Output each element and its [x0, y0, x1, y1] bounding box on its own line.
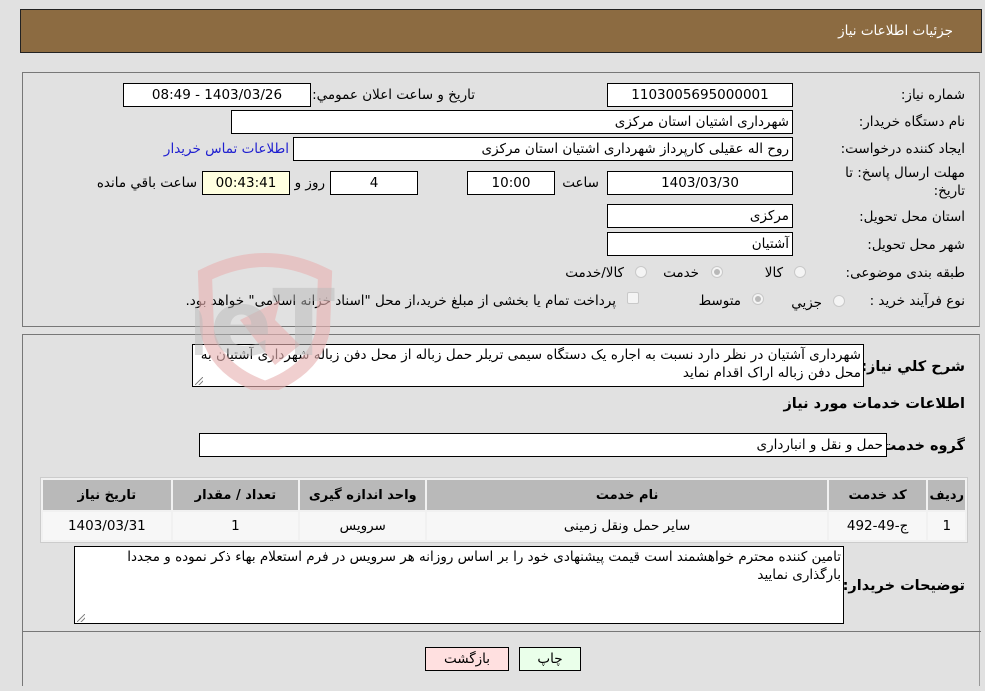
category-label: طبقه بندی موضوعی:: [845, 265, 965, 281]
cell-row-number: 1: [928, 512, 965, 540]
resize-grip-icon[interactable]: [77, 614, 85, 622]
deadline-time-field: 10:00: [467, 171, 555, 195]
cell-need-date: 1403/03/31: [43, 512, 171, 540]
buyer-notes-text: تامین کننده محترم خواهشمند است قیمت پیشن…: [127, 549, 841, 583]
back-button[interactable]: بازگشت: [425, 647, 509, 671]
service-group-label: گروه خدمت:: [875, 438, 965, 454]
cell-unit: سرویس: [300, 512, 426, 540]
category-radio-goods[interactable]: [794, 266, 806, 278]
announce-datetime-field: 1403/03/26 - 08:49: [123, 83, 311, 107]
category-option-goods-service: کالا/خدمت: [565, 265, 624, 281]
description-label: شرح کلي نياز:: [861, 359, 965, 375]
services-section-title: اطلاعات خدمات مورد نیاز: [783, 396, 965, 412]
need-number-label: شماره نیاز:: [900, 87, 965, 103]
col-header-unit: واحد اندازه گیری: [300, 480, 426, 510]
table-header-row: ردیف کد خدمت نام خدمت واحد اندازه گیری ت…: [43, 480, 965, 510]
col-header-service-name: نام خدمت: [427, 480, 827, 510]
services-table: ردیف کد خدمت نام خدمت واحد اندازه گیری ت…: [40, 477, 968, 543]
treasury-note: پرداخت تمام یا بخشی از مبلغ خرید،از محل …: [185, 293, 616, 309]
need-info-panel: شماره نیاز: 1103005695000001 تاریخ و ساع…: [22, 72, 980, 327]
cell-quantity: 1: [172, 512, 299, 540]
col-header-service-code: کد خدمت: [828, 480, 927, 510]
col-header-need-date: تاریخ نیاز: [43, 480, 171, 510]
need-details-panel: شرح کلي نياز: شهرداری آشتیان در نظر دارد…: [22, 334, 981, 686]
deadline-date-field: 1403/03/30: [607, 171, 793, 195]
description-textarea[interactable]: شهرداری آشتیان در نظر دارد نسبت به اجاره…: [192, 344, 864, 387]
category-radio-service[interactable]: [711, 266, 723, 278]
panel-divider: [23, 631, 981, 632]
requester-label: ایجاد کننده درخواست:: [840, 141, 965, 157]
days-label: روز و: [294, 175, 325, 191]
category-radio-goods-service[interactable]: [635, 266, 647, 278]
category-option-goods: کالا: [764, 265, 783, 281]
purchase-process-label: نوع فرآیند خرید :: [869, 293, 965, 309]
delivery-province-field: مرکزی: [607, 204, 793, 228]
buyer-org-field: شهرداری اشتیان استان مرکزی: [231, 110, 793, 134]
resize-grip-icon[interactable]: [195, 377, 203, 385]
delivery-city-field: آشتیان: [607, 232, 793, 256]
deadline-time-label: ساعت: [562, 175, 599, 191]
cell-service-name: سایر حمل ونقل زمینی: [427, 512, 827, 540]
need-number-field: 1103005695000001: [607, 83, 793, 107]
delivery-city-label: شهر محل تحویل:: [867, 237, 965, 253]
buyer-org-label: نام دستگاه خریدار:: [858, 114, 965, 130]
deadline-label: مهلت ارسال پاسخ: تا تاریخ:: [845, 165, 965, 199]
remaining-time-field: 00:43:41: [202, 171, 290, 195]
page-title: جزئیات اطلاعات نیاز: [838, 23, 953, 39]
process-option-medium: متوسط: [698, 293, 741, 309]
page-header: جزئیات اطلاعات نیاز: [20, 9, 982, 53]
requester-field: روح اله عقیلی کارپرداز شهرداری اشتیان اس…: [293, 137, 793, 161]
cell-service-code: ج-49-492: [828, 512, 927, 540]
buyer-notes-textarea[interactable]: تامین کننده محترم خواهشمند است قیمت پیشن…: [74, 546, 844, 624]
table-row: 1 ج-49-492 سایر حمل ونقل زمینی سرویس 1 1…: [43, 512, 965, 540]
treasury-checkbox[interactable]: [627, 292, 639, 304]
print-button[interactable]: چاپ: [519, 647, 581, 671]
remaining-time-label: ساعت باقي مانده: [96, 175, 197, 191]
service-group-field: حمل و نقل و انبارداری: [199, 433, 887, 457]
process-radio-minor[interactable]: [833, 295, 845, 307]
buyer-contact-link[interactable]: اطلاعات تماس خریدار: [164, 141, 289, 157]
buyer-notes-label: توضیحات خریدار:: [842, 578, 965, 594]
process-radio-medium[interactable]: [752, 293, 764, 305]
description-text: شهرداری آشتیان در نظر دارد نسبت به اجاره…: [200, 347, 861, 381]
delivery-province-label: استان محل تحویل:: [859, 209, 965, 225]
col-header-row-number: ردیف: [928, 480, 965, 510]
remaining-days-field: 4: [330, 171, 418, 195]
announce-datetime-label: تاریخ و ساعت اعلان عمومي:: [312, 87, 475, 103]
col-header-quantity: تعداد / مقدار: [172, 480, 299, 510]
process-option-minor: جزيي: [791, 295, 822, 311]
category-option-service: خدمت: [663, 265, 699, 281]
